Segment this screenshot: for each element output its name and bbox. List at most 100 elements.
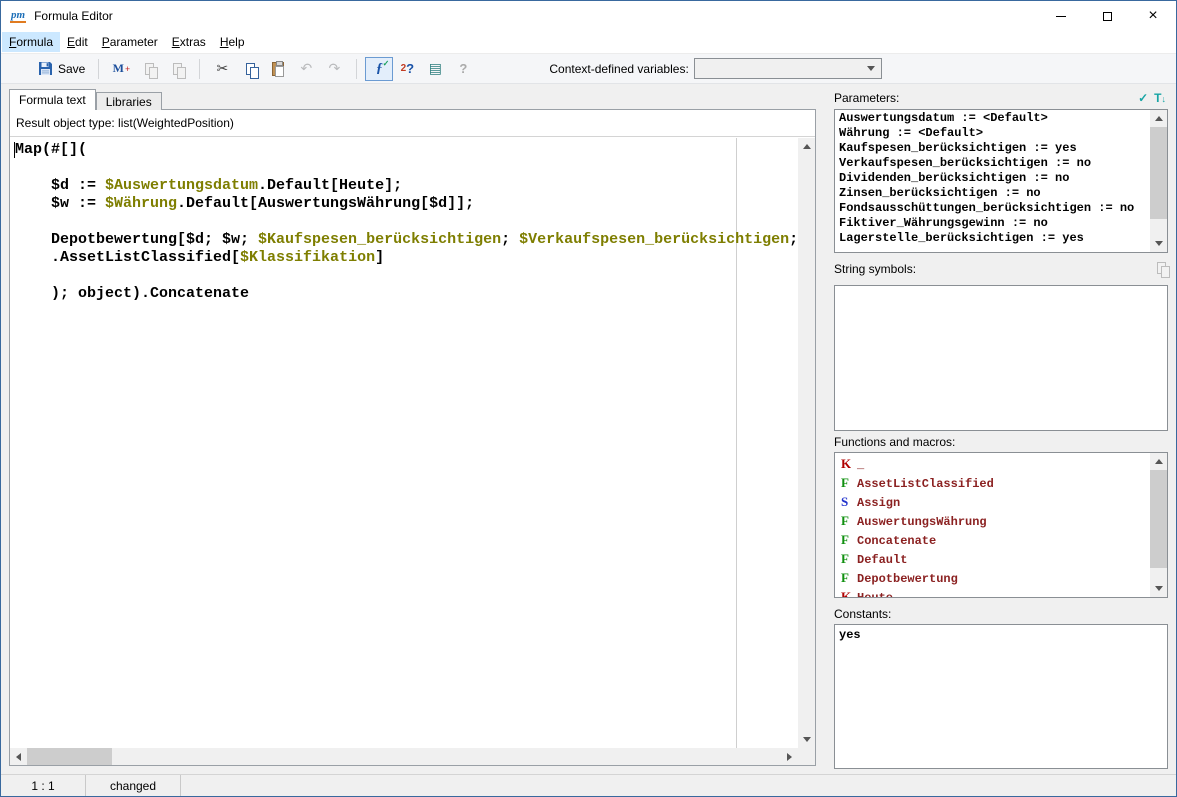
menu-item-formula[interactable]: Formula: [2, 32, 60, 52]
function-name: Default: [857, 553, 907, 567]
maximize-button[interactable]: [1084, 1, 1130, 31]
check-syntax-button[interactable]: 2?: [393, 57, 421, 81]
editor-horizontal-scrollbar[interactable]: [10, 748, 798, 765]
code-line-8[interactable]: [15, 267, 798, 285]
function-item[interactable]: KHeute: [841, 589, 1149, 598]
scrollbar-track[interactable]: [1150, 470, 1167, 580]
menu-item-parameter[interactable]: Parameter: [95, 32, 165, 52]
scroll-down-button[interactable]: [1150, 235, 1167, 252]
validate-parameters-icon[interactable]: ✓: [1138, 91, 1148, 105]
code-line-2[interactable]: [15, 159, 798, 177]
constant-item[interactable]: yes: [839, 627, 1163, 643]
functions-list-box[interactable]: K_FAssetListClassifiedSAssignFAuswertung…: [834, 452, 1168, 598]
menu-item-edit[interactable]: Edit: [60, 32, 95, 52]
redo-button[interactable]: ↷: [320, 57, 348, 81]
function-type-icon: F: [841, 532, 857, 548]
context-variables-select[interactable]: [694, 58, 882, 79]
save-icon: [36, 60, 54, 78]
function-item[interactable]: FAssetListClassified: [841, 475, 1149, 494]
parameter-item[interactable]: Währung := <Default>: [839, 126, 1149, 141]
function-name: Depotbewertung: [857, 572, 958, 586]
parameter-item[interactable]: Lagerstelle_berücksichtigen := yes: [839, 231, 1149, 246]
scrollbar-thumb[interactable]: [1150, 127, 1167, 219]
code-line-5[interactable]: [15, 213, 798, 231]
paste-icon: [269, 60, 287, 78]
editor-vertical-scrollbar[interactable]: [798, 138, 815, 748]
insert-macro-button[interactable]: M+: [107, 57, 135, 81]
function-item[interactable]: SAssign: [841, 494, 1149, 513]
code-line-3[interactable]: $d := $Auswertungsdatum.Default[Heute];: [15, 177, 798, 195]
sort-parameters-icon[interactable]: T↓: [1154, 91, 1166, 105]
parameters-scrollbar[interactable]: [1150, 110, 1167, 252]
code-text: Map(#[]( $d := $Auswertungsdatum.Default…: [15, 141, 798, 303]
arrow-down-icon: [1155, 241, 1163, 246]
libraries-button[interactable]: ▤: [421, 57, 449, 81]
parameter-item[interactable]: Zinsen_berücksichtigen := no: [839, 186, 1149, 201]
export-icon: [168, 60, 186, 78]
formula-editor-area[interactable]: Map(#[]( $d := $Auswertungsdatum.Default…: [10, 138, 815, 765]
scroll-right-button[interactable]: [781, 748, 798, 765]
code-line-7[interactable]: .AssetListClassified[$Klassifikation]: [15, 249, 798, 267]
code-line-4[interactable]: $w := $Währung.Default[AuswertungsWährun…: [15, 195, 798, 213]
scrollbar-thumb[interactable]: [27, 748, 112, 765]
functions-scrollbar[interactable]: [1150, 453, 1167, 597]
string-symbols-icon[interactable]: [1157, 262, 1166, 277]
minimize-button[interactable]: [1038, 1, 1084, 31]
copy-button[interactable]: [236, 57, 264, 81]
tab-libraries[interactable]: Libraries: [96, 92, 162, 110]
undo-button[interactable]: ↶: [292, 57, 320, 81]
scroll-down-button[interactable]: [798, 731, 815, 748]
tab-formula-text-label: Formula text: [19, 93, 86, 107]
parameters-list-box[interactable]: Auswertungsdatum := <Default>Währung := …: [834, 109, 1168, 253]
scrollbar-corner: [798, 748, 815, 765]
chevron-down-icon: [867, 66, 875, 71]
close-button[interactable]: ×: [1130, 1, 1176, 31]
code-line-1[interactable]: Map(#[](: [15, 141, 798, 159]
parameter-item[interactable]: Fiktiver_Währungsgewinn := no: [839, 216, 1149, 231]
insert-macro-icon: M+: [112, 60, 130, 78]
scrollbar-track[interactable]: [27, 748, 781, 765]
code-area[interactable]: Map(#[]( $d := $Auswertungsdatum.Default…: [10, 138, 798, 748]
scroll-down-button[interactable]: [1150, 580, 1167, 597]
function-item[interactable]: K_: [841, 456, 1149, 475]
scrollbar-track[interactable]: [1150, 127, 1167, 235]
window-title: Formula Editor: [34, 9, 113, 23]
functions-label: Functions and macros:: [834, 435, 955, 449]
paste-button[interactable]: [264, 57, 292, 81]
scrollbar-thumb[interactable]: [1150, 470, 1167, 568]
scrollbar-track[interactable]: [798, 155, 815, 731]
function-item[interactable]: FConcatenate: [841, 532, 1149, 551]
save-button[interactable]: Save: [31, 57, 90, 81]
parameter-item[interactable]: Dividenden_berücksichtigen := no: [839, 171, 1149, 186]
arrow-down-icon: [803, 737, 811, 742]
libraries-icon: ▤: [426, 60, 444, 78]
function-item[interactable]: FDepotbewertung: [841, 570, 1149, 589]
scroll-up-button[interactable]: [1150, 110, 1167, 127]
scroll-up-button[interactable]: [1150, 453, 1167, 470]
menu-item-help[interactable]: Help: [213, 32, 252, 52]
code-line-6[interactable]: Depotbewertung[$d; $w; $Kaufspesen_berüc…: [15, 231, 798, 249]
help-button[interactable]: ?: [449, 57, 477, 81]
string-symbols-header: String symbols:: [834, 260, 1168, 278]
cut-button[interactable]: ✂: [208, 57, 236, 81]
constants-list-box[interactable]: yes: [834, 624, 1168, 769]
constants-label: Constants:: [834, 607, 891, 621]
scroll-left-button[interactable]: [10, 748, 27, 765]
string-symbols-list-box[interactable]: [834, 285, 1168, 431]
menu-item-extras[interactable]: Extras: [165, 32, 213, 52]
function-item[interactable]: FAuswertungsWährung: [841, 513, 1149, 532]
code-line-9[interactable]: ); object).Concatenate: [15, 285, 798, 303]
parameter-item[interactable]: Verkaufspesen_berücksichtigen := no: [839, 156, 1149, 171]
parameter-item[interactable]: Fondsausschüttungen_berücksichtigen := n…: [839, 201, 1149, 216]
import-button[interactable]: [135, 57, 163, 81]
maximize-icon: [1103, 12, 1112, 21]
parameter-item[interactable]: Kaufspesen_berücksichtigen := yes: [839, 141, 1149, 156]
tab-formula-text[interactable]: Formula text: [9, 89, 96, 110]
check-formula-button[interactable]: ƒ✓: [365, 57, 393, 81]
export-button[interactable]: [163, 57, 191, 81]
parameter-item[interactable]: Auswertungsdatum := <Default>: [839, 111, 1149, 126]
formula-editor-window: pm Formula Editor × FormulaEditParameter…: [0, 0, 1177, 797]
scroll-up-button[interactable]: [798, 138, 815, 155]
toolbar: Save M+ ✂ ↶ ↷ ƒ✓ 2?: [1, 53, 1176, 84]
function-item[interactable]: FDefault: [841, 551, 1149, 570]
